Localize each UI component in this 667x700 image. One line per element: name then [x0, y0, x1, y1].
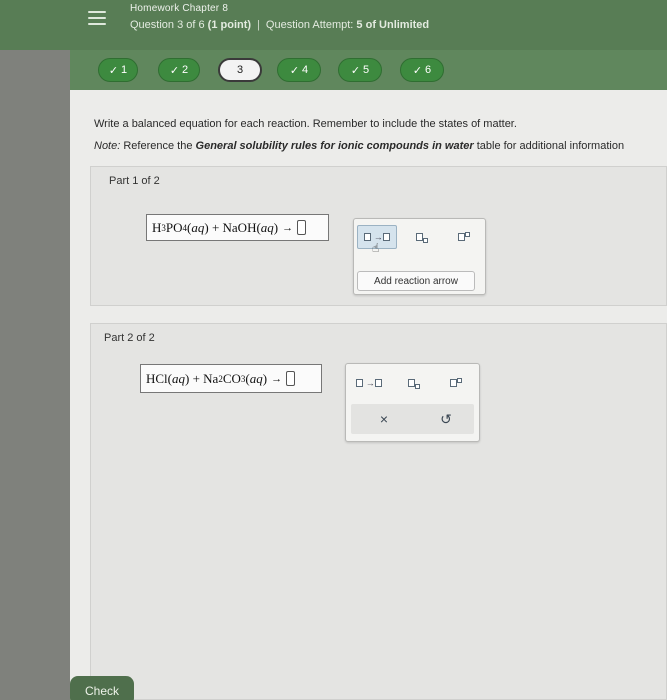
superscript-icon[interactable]: [436, 371, 476, 395]
question-4-label: 4: [302, 64, 309, 76]
subscript-icon[interactable]: [394, 371, 434, 395]
left-strip: [0, 0, 70, 700]
menu-icon[interactable]: [88, 8, 106, 28]
undo-icon[interactable]: ↺: [426, 407, 466, 431]
check-icon: ✓: [108, 64, 119, 77]
question-5-button[interactable]: ✓ 5: [338, 58, 382, 82]
header-bar: Homework Chapter 8 Question 3 of 6 (1 po…: [0, 0, 667, 50]
note-mid: Reference the: [123, 140, 193, 152]
question-6-label: 6: [425, 64, 432, 76]
question-2-label: 2: [182, 64, 189, 76]
note-end: table for additional information: [476, 140, 625, 152]
assignment-title: Homework Chapter 8: [130, 3, 229, 14]
part-2-panel: Part 2 of 2 HCl(aq) + Na 2 CO 3(aq) → → × ↺: [90, 323, 667, 700]
attempt-value: 5 of Unlimited: [356, 19, 430, 31]
part-1-panel: Part 1 of 2 H 3 PO 4(aq) + NaOH(aq) → → ☝ Ad…: [90, 166, 667, 306]
part-2-toolbar: → × ↺: [345, 363, 480, 442]
question-content: Write a balanced equation for each react…: [70, 90, 667, 700]
question-3-button[interactable]: 3: [218, 58, 262, 82]
question-1-label: 1: [121, 64, 128, 76]
question-5-label: 5: [363, 64, 370, 76]
part-2-action-row: × ↺: [351, 404, 474, 434]
question-info: Question 3 of 6 (1 point) | Question Attem…: [130, 19, 430, 31]
question-points: (1 point): [207, 19, 252, 31]
part-2-label: Part 2 of 2: [104, 332, 155, 344]
part-1-equation-field[interactable]: H 3 PO 4(aq) + NaOH(aq) →: [146, 214, 329, 241]
question-6-button[interactable]: ✓ 6: [400, 58, 444, 82]
add-reaction-arrow-tooltip: Add reaction arrow: [357, 271, 475, 291]
solubility-rules-link[interactable]: General solubility rules for ionic compo…: [196, 140, 474, 152]
superscript-icon[interactable]: [444, 225, 484, 249]
note-label: Note:: [94, 140, 121, 152]
question-number: Question 3 of 6: [130, 19, 205, 31]
pointer-hand-icon: ☝: [372, 241, 380, 255]
part-1-label: Part 1 of 2: [109, 175, 160, 187]
check-icon: ✓: [350, 64, 361, 77]
question-3-label: 3: [236, 64, 244, 76]
check-icon: ✓: [289, 64, 300, 77]
question-nav: ✓ 1 ✓ 2 3 ✓ 4 ✓ 5 ✓ 6: [70, 50, 667, 90]
question-4-button[interactable]: ✓ 4: [277, 58, 321, 82]
subscript-icon[interactable]: [402, 225, 442, 249]
question-1-button[interactable]: ✓ 1: [98, 58, 138, 82]
instruction-text: Write a balanced equation for each react…: [94, 118, 517, 130]
check-icon: ✓: [412, 64, 423, 77]
part-1-toolbar: → ☝ Add reaction arrow: [353, 218, 486, 295]
clear-icon[interactable]: ×: [364, 407, 404, 431]
part-2-equation-field[interactable]: HCl(aq) + Na 2 CO 3(aq) →: [140, 364, 322, 393]
reaction-arrow-icon[interactable]: →: [349, 371, 389, 395]
check-icon: ✓: [169, 64, 180, 77]
note-text: Note: Reference the General solubility r…: [94, 140, 624, 152]
check-button[interactable]: Check: [70, 676, 134, 700]
attempt-label: Question Attempt:: [265, 19, 354, 31]
question-2-button[interactable]: ✓ 2: [158, 58, 200, 82]
